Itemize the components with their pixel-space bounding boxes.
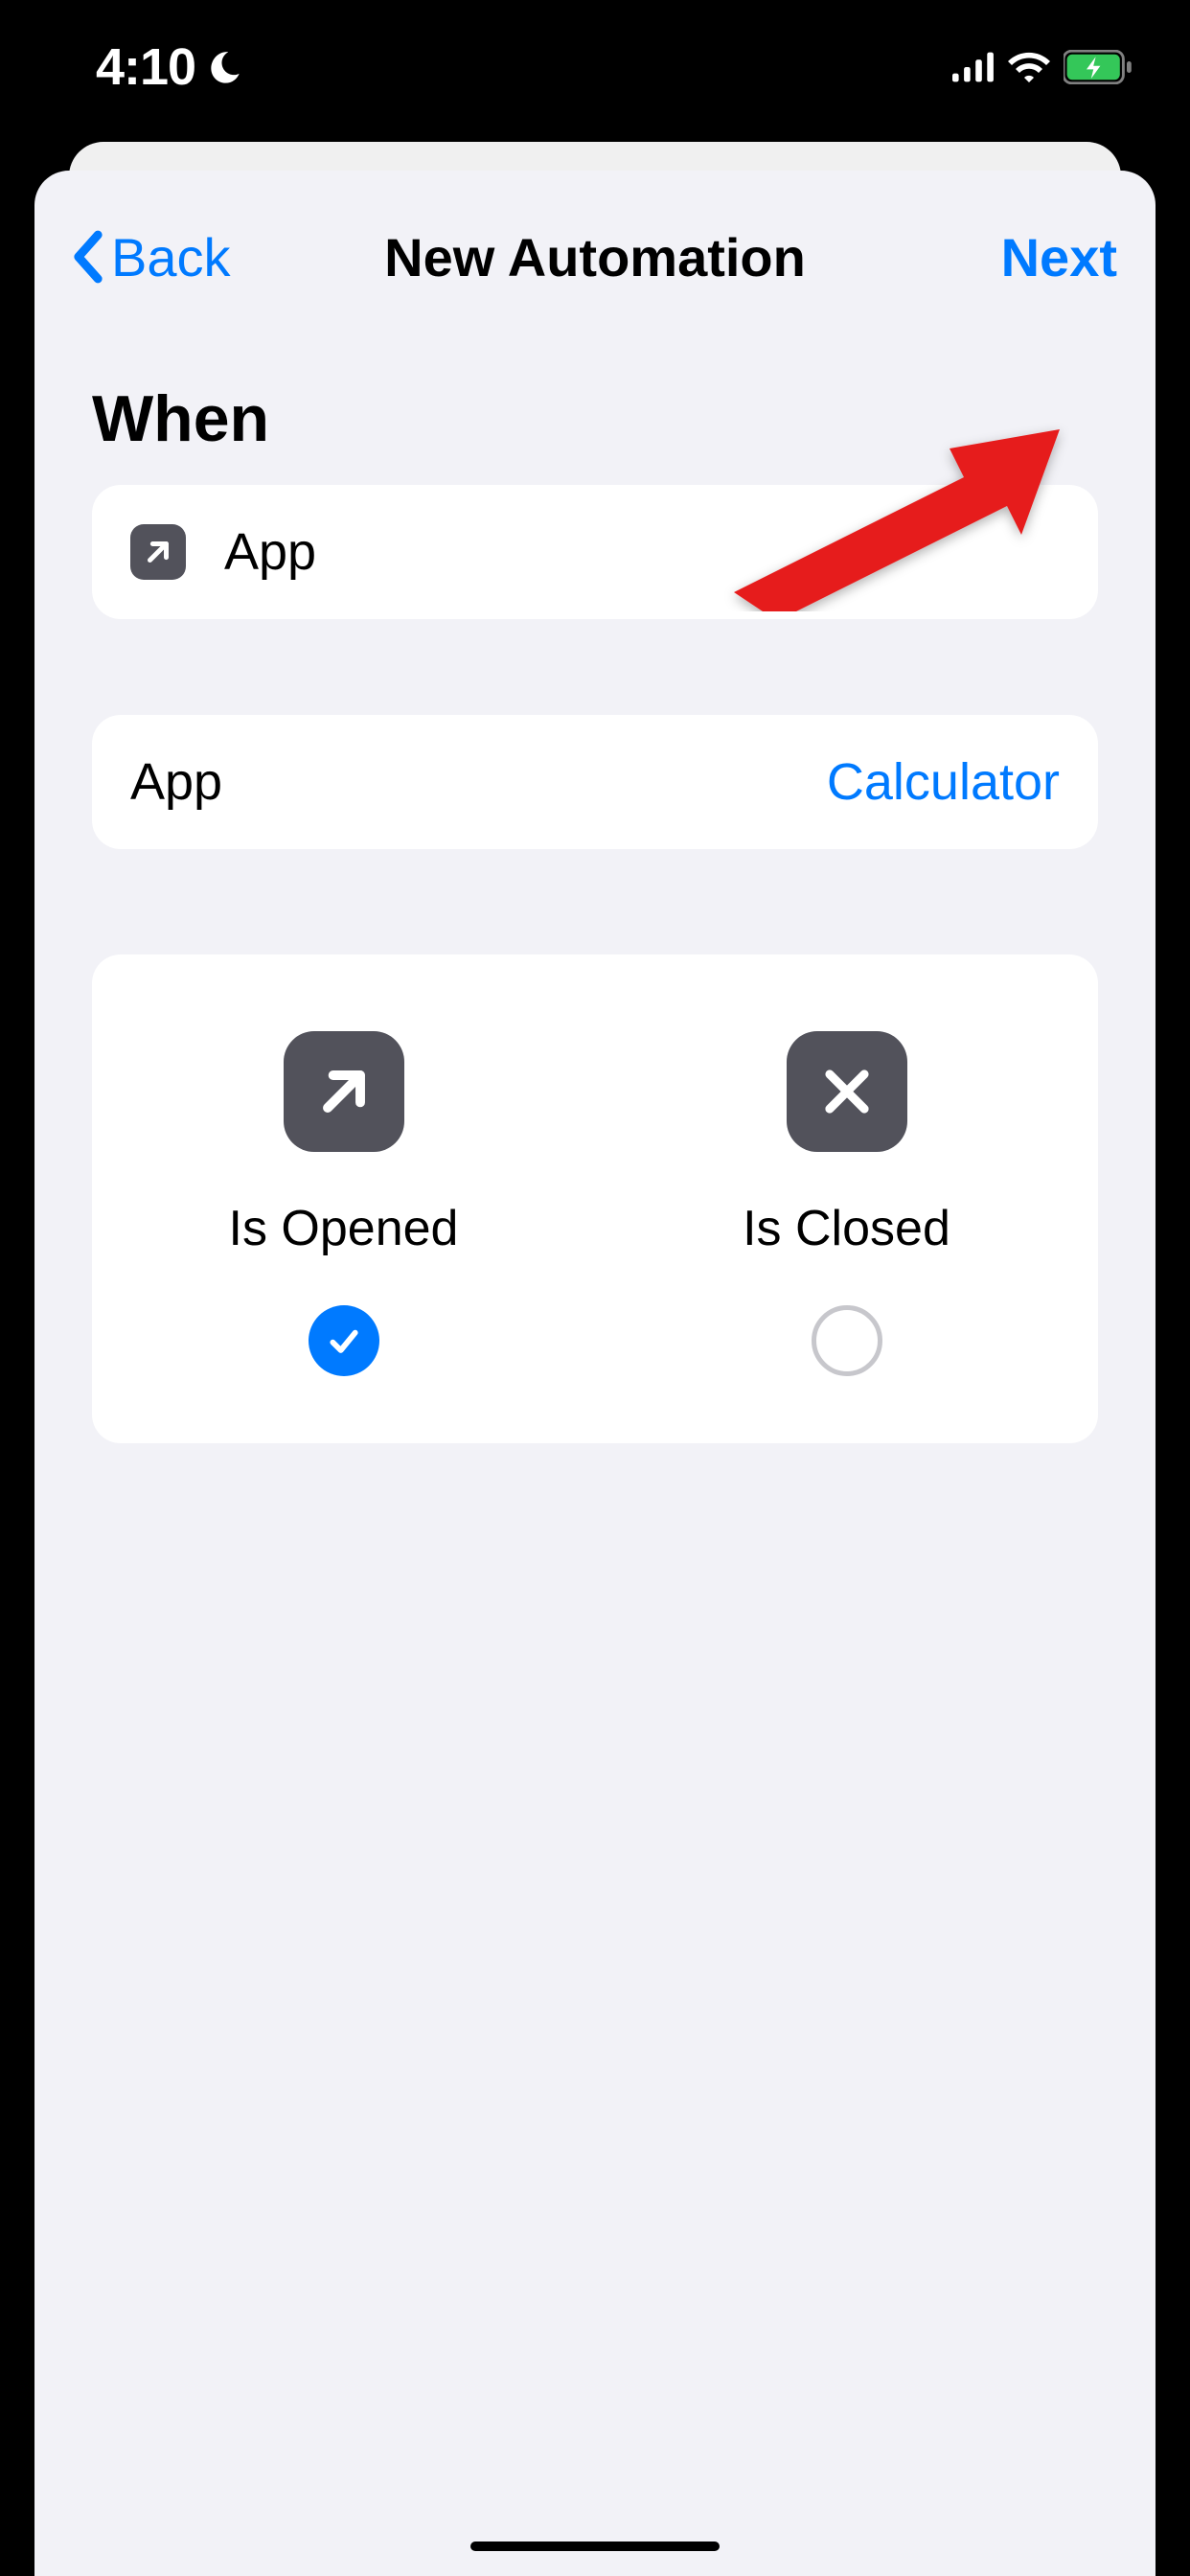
option-is-closed[interactable]: Is Closed: [595, 1031, 1098, 1376]
app-selector-row[interactable]: App Calculator: [92, 715, 1098, 849]
app-selector-card: App Calculator: [92, 715, 1098, 849]
app-selector-label: App: [130, 752, 827, 812]
arrow-up-right-icon: [311, 1059, 377, 1124]
is-opened-icon-box: [284, 1031, 404, 1152]
status-left: 4:10: [96, 37, 245, 97]
status-time: 4:10: [96, 37, 195, 97]
battery-charging-icon: [1064, 50, 1133, 84]
app-trigger-icon: [130, 524, 186, 580]
modal-sheet: Back New Automation Next When App App Ca…: [34, 171, 1156, 2576]
x-icon: [817, 1062, 877, 1121]
is-opened-label: Is Opened: [229, 1200, 459, 1257]
page-title: New Automation: [384, 226, 806, 288]
back-label: Back: [111, 226, 231, 288]
home-indicator[interactable]: [470, 2542, 720, 2551]
status-right: [952, 50, 1133, 84]
is-closed-label: Is Closed: [743, 1200, 950, 1257]
is-opened-radio-checked[interactable]: [309, 1305, 379, 1376]
back-button[interactable]: Back: [73, 226, 231, 288]
app-selector-value: Calculator: [827, 752, 1060, 812]
trigger-options-card: Is Opened Is Closed: [92, 954, 1098, 1443]
next-button[interactable]: Next: [1001, 226, 1117, 288]
arrow-up-right-icon: [142, 536, 174, 568]
cellular-signal-icon: [952, 52, 995, 82]
wifi-icon: [1008, 52, 1050, 82]
is-closed-icon-box: [787, 1031, 907, 1152]
trigger-type-card: App: [92, 485, 1098, 619]
chevron-left-icon: [73, 230, 103, 284]
trigger-type-row[interactable]: App: [92, 485, 1098, 619]
navigation-bar: Back New Automation Next: [34, 209, 1156, 305]
status-bar: 4:10: [0, 0, 1190, 134]
trigger-type-label: App: [224, 522, 1060, 582]
is-closed-radio-unchecked[interactable]: [812, 1305, 882, 1376]
section-header-when: When: [34, 305, 1156, 485]
checkmark-icon: [325, 1322, 363, 1360]
do-not-disturb-icon: [207, 48, 245, 86]
option-is-opened[interactable]: Is Opened: [92, 1031, 595, 1376]
